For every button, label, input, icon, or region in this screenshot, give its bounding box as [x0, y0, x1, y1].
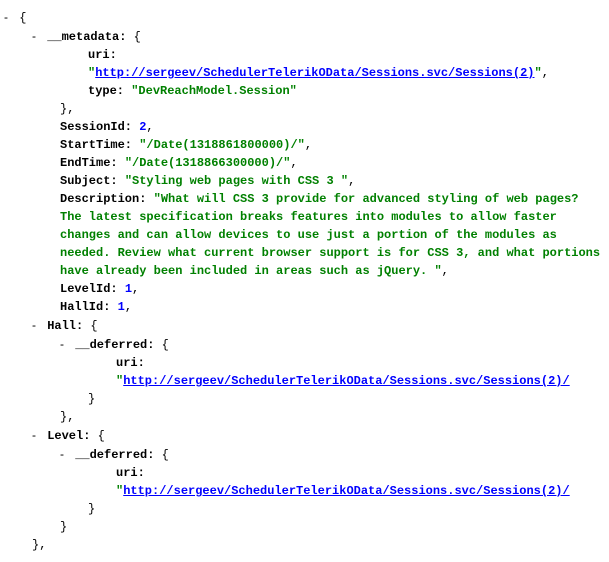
- key-levelid: LevelId:: [60, 282, 118, 296]
- key-uri: uri:: [116, 356, 145, 370]
- comma: ,: [442, 264, 449, 278]
- key-deferred: __deferred:: [75, 448, 154, 462]
- collapse-toggle[interactable]: -: [60, 445, 64, 463]
- key-description: Description:: [60, 192, 146, 206]
- hall-deferred-close: }: [4, 390, 605, 408]
- hall-uri-link[interactable]: http://sergeev/SchedulerTelerikOData/Ses…: [123, 374, 569, 388]
- key-hallid: HallId:: [60, 300, 110, 314]
- level-uri-link[interactable]: http://sergeev/SchedulerTelerikOData/Ses…: [123, 484, 569, 498]
- metadata-close: },: [4, 100, 605, 118]
- comma: ,: [132, 282, 139, 296]
- hallid-row: HallId: 1,: [4, 298, 605, 316]
- metadata-uri-val-row: "http://sergeev/SchedulerTelerikOData/Se…: [4, 64, 605, 82]
- metadata-type-row: type: "DevReachModel.Session": [4, 82, 605, 100]
- brace-open: {: [98, 429, 105, 443]
- endtime-row: EndTime: "/Date(1318866300000)/",: [4, 154, 605, 172]
- metadata-open: - __metadata: {: [4, 27, 605, 46]
- brace-open: {: [90, 319, 97, 333]
- brace-close: }: [88, 502, 95, 516]
- description-row: Description: "What will CSS 3 provide fo…: [4, 190, 605, 280]
- val-levelid: 1: [125, 282, 132, 296]
- key-metadata: __metadata:: [47, 30, 126, 44]
- sessionid-row: SessionId: 2,: [4, 118, 605, 136]
- key-level: Level:: [47, 429, 90, 443]
- collapse-toggle[interactable]: -: [60, 335, 64, 353]
- key-deferred: __deferred:: [75, 338, 154, 352]
- key-hall: Hall:: [47, 319, 83, 333]
- comma: ,: [348, 174, 355, 188]
- hall-uri-val-row: "http://sergeev/SchedulerTelerikOData/Se…: [4, 372, 605, 390]
- level-uri-key-row: uri:: [4, 464, 605, 482]
- metadata-uri-link[interactable]: http://sergeev/SchedulerTelerikOData/Ses…: [95, 66, 534, 80]
- level-deferred-close: }: [4, 500, 605, 518]
- collapse-toggle[interactable]: -: [32, 426, 36, 444]
- hall-uri-key-row: uri:: [4, 354, 605, 372]
- level-open: - Level: {: [4, 426, 605, 445]
- collapse-toggle[interactable]: -: [32, 27, 36, 45]
- key-sessionid: SessionId:: [60, 120, 132, 134]
- val-endtime: "/Date(1318866300000)/": [125, 156, 291, 170]
- starttime-row: StartTime: "/Date(1318861800000)/",: [4, 136, 605, 154]
- brace-open: {: [19, 11, 26, 25]
- collapse-toggle[interactable]: -: [32, 316, 36, 334]
- key-type: type:: [88, 84, 124, 98]
- key-subject: Subject:: [60, 174, 118, 188]
- brace-close: }: [60, 520, 67, 534]
- comma: ,: [290, 156, 297, 170]
- brace-close: },: [32, 538, 46, 552]
- val-starttime: "/Date(1318861800000)/": [139, 138, 305, 152]
- subject-row: Subject: "Styling web pages with CSS 3 "…: [4, 172, 605, 190]
- brace-open: {: [162, 448, 169, 462]
- collapse-toggle[interactable]: -: [4, 8, 8, 26]
- key-uri: uri:: [116, 466, 145, 480]
- level-close: }: [4, 518, 605, 536]
- brace-close: },: [60, 102, 74, 116]
- brace-close: }: [88, 392, 95, 406]
- comma: ,: [542, 66, 549, 80]
- comma: ,: [125, 300, 132, 314]
- val-type: "DevReachModel.Session": [131, 84, 297, 98]
- brace-open: {: [162, 338, 169, 352]
- levelid-row: LevelId: 1,: [4, 280, 605, 298]
- comma: ,: [305, 138, 312, 152]
- val-hallid: 1: [118, 300, 125, 314]
- comma: ,: [146, 120, 153, 134]
- hall-deferred-open: - __deferred: {: [4, 335, 605, 354]
- hall-open: - Hall: {: [4, 316, 605, 335]
- quote: ": [534, 66, 541, 80]
- level-uri-val-row: "http://sergeev/SchedulerTelerikOData/Se…: [4, 482, 605, 500]
- metadata-uri-key-row: uri:: [4, 46, 605, 64]
- key-endtime: EndTime:: [60, 156, 118, 170]
- brace-open: {: [134, 30, 141, 44]
- val-subject: "Styling web pages with CSS 3 ": [125, 174, 348, 188]
- level-deferred-open: - __deferred: {: [4, 445, 605, 464]
- object-open: - {: [4, 8, 605, 27]
- key-uri: uri:: [88, 48, 117, 62]
- object-close: },: [4, 536, 605, 554]
- brace-close: },: [60, 410, 74, 424]
- hall-close: },: [4, 408, 605, 426]
- key-starttime: StartTime:: [60, 138, 132, 152]
